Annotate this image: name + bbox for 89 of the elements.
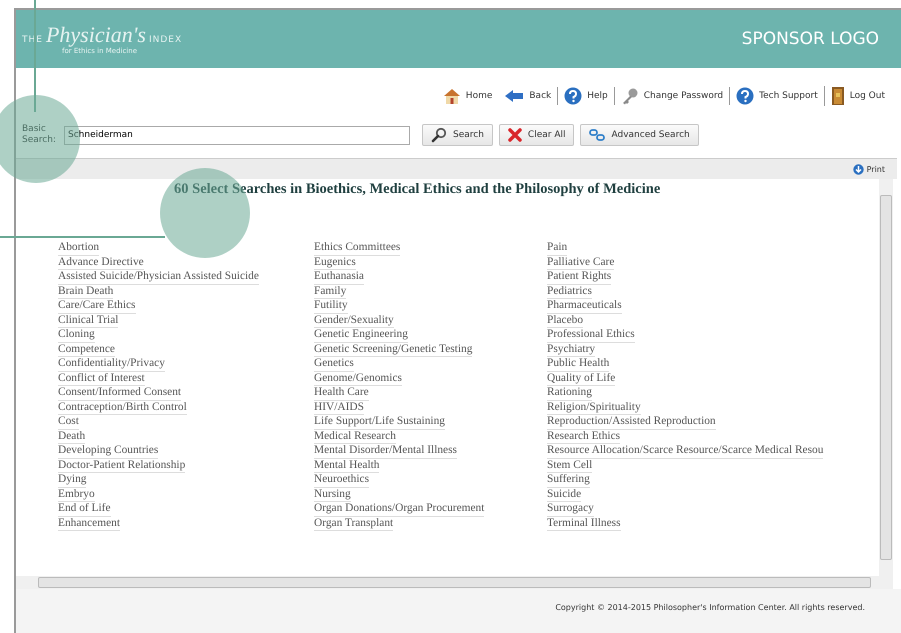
topic-link[interactable]: Contraception/Birth Control <box>58 400 187 415</box>
print-icon <box>852 164 864 174</box>
topic-link[interactable]: Consent/Informed Consent <box>58 386 182 400</box>
topic-link[interactable]: Competence <box>58 342 115 357</box>
topic-link[interactable]: Conflict of Interest <box>58 372 145 386</box>
topic-link[interactable]: Euthanasia <box>314 270 364 284</box>
topic-link[interactable]: End of Life <box>58 502 111 516</box>
horizontal-scrollbar[interactable] <box>16 576 893 589</box>
topic-link[interactable]: Health Care <box>314 386 369 400</box>
topic-link[interactable]: Terminal Illness <box>547 516 621 531</box>
topic-link[interactable]: Organ Transplant <box>314 516 394 531</box>
door-icon <box>830 86 845 106</box>
topic-link[interactable]: Genetics <box>314 357 354 372</box>
topic-link[interactable]: Genome/Genomics <box>314 372 402 386</box>
topic-link[interactable]: Doctor-Patient Relationship <box>58 458 186 473</box>
topic-link[interactable]: Stem Cell <box>547 458 592 473</box>
topic-link[interactable]: Reproduction/Assisted Reproduction <box>547 415 716 430</box>
topic-link[interactable]: Research Ethics <box>547 430 620 444</box>
topic-link[interactable]: Gender/Sexuality <box>314 314 394 328</box>
link-chain-icon <box>589 128 606 142</box>
topic-link[interactable]: Futility <box>314 299 348 314</box>
advanced-button[interactable]: Advanced Search <box>580 124 699 146</box>
topic-link[interactable]: Clinical Trial <box>58 314 118 328</box>
topic-link[interactable]: Cost <box>58 415 79 430</box>
topic-link[interactable]: Medical Research <box>314 430 396 444</box>
topic-link[interactable]: Dying <box>58 473 86 488</box>
nav-link[interactable]: Help <box>557 87 614 105</box>
logo-text: Physician's <box>46 24 146 46</box>
copyright-text: Copyright © 2014-2015 Philosopher's Information Center. All rights reserved. <box>555 603 865 614</box>
topic-link[interactable]: Resource Allocation/Scarce Resource/Scarce Medical Resou <box>547 444 824 458</box>
topic-link[interactable]: Embryo <box>58 488 95 502</box>
topic-link[interactable]: Quality of Life <box>547 372 616 386</box>
topic-link[interactable]: Assisted Suicide/Physician Assisted Suicide <box>58 270 259 284</box>
topic-link[interactable]: Abortion <box>58 241 100 256</box>
topic-link[interactable]: Developing Countries <box>58 444 158 458</box>
print-button[interactable]: Print <box>846 162 891 176</box>
topic-link[interactable]: Pharmaceuticals <box>547 299 622 314</box>
topic-link[interactable]: Organ Donations/Organ Procurement <box>314 502 484 516</box>
vertical-scrollbar[interactable] <box>879 179 893 576</box>
search-button[interactable]: Search <box>422 124 493 146</box>
left-arrow-icon <box>504 89 524 103</box>
nav-link[interactable]: Home <box>436 87 498 105</box>
nav-link[interactable]: Back <box>498 89 558 103</box>
topic-link[interactable]: Public Health <box>547 357 610 372</box>
clear-button[interactable]: Clear All <box>498 124 574 146</box>
key-icon <box>620 87 639 105</box>
topic-link[interactable]: Cloning <box>58 328 95 342</box>
topic-link[interactable]: Psychiatry <box>547 342 596 357</box>
topic-link[interactable]: HIV/AIDS <box>314 400 364 415</box>
help-icon <box>564 87 582 105</box>
topic-link[interactable]: Professional Ethics <box>547 328 635 342</box>
nav-link[interactable]: Log Out <box>824 86 891 106</box>
page-title: 60 Select Searches in Bioethics, Medical Ethics and the Philosophy of Medicine <box>174 181 662 198</box>
topic-link[interactable]: Placebo <box>547 314 584 328</box>
topic-link[interactable]: Surrogacy <box>547 502 594 516</box>
topic-link[interactable]: Genetic Engineering <box>314 328 408 342</box>
topic-link[interactable]: Neuroethics <box>314 473 370 488</box>
topic-link[interactable]: Eugenics <box>314 256 356 270</box>
topic-link[interactable]: Death <box>58 430 86 444</box>
topic-link[interactable]: Brain Death <box>58 284 114 299</box>
help-icon <box>736 87 754 105</box>
search-label: Basic Search: <box>22 124 57 146</box>
topic-link[interactable]: Palliative Care <box>547 256 614 270</box>
topic-link[interactable]: Rationing <box>547 386 592 400</box>
sponsor-logo: SPONSOR LOGO <box>742 29 879 49</box>
house-icon <box>442 87 461 105</box>
topic-link[interactable]: Suffering <box>547 473 590 488</box>
topic-link[interactable]: Ethics Committees <box>314 241 400 256</box>
topic-link[interactable]: Pediatrics <box>547 284 592 299</box>
topic-link[interactable]: Mental Health <box>314 458 380 473</box>
topic-link[interactable]: Life Support/Life Sustaining <box>314 415 445 430</box>
topic-link[interactable]: Confidentiality/Privacy <box>58 357 165 372</box>
topic-link[interactable]: Family <box>314 284 346 299</box>
search-field[interactable]: Schneiderman <box>64 126 410 144</box>
topic-link[interactable]: Religion/Spirituality <box>547 400 641 415</box>
topic-link[interactable]: Mental Disorder/Mental Illness <box>314 444 457 458</box>
topic-link[interactable]: Care/Care Ethics <box>58 299 136 314</box>
topic-link[interactable]: Nursing <box>314 488 351 502</box>
logo-text: INDEX <box>148 34 182 44</box>
topic-link[interactable]: Suicide <box>547 488 582 502</box>
topic-link[interactable]: Advance Directive <box>58 256 144 270</box>
nav-link[interactable]: Change Password <box>614 87 730 105</box>
x-icon <box>508 128 522 142</box>
topic-link[interactable]: Patient Rights <box>547 270 612 284</box>
search-icon <box>431 127 447 143</box>
nav-link[interactable]: Tech Support <box>729 87 824 105</box>
topic-link[interactable]: Pain <box>547 241 568 256</box>
topic-link[interactable]: Enhancement <box>58 516 120 531</box>
topic-link[interactable]: Genetic Screening/Genetic Testing <box>314 342 472 357</box>
